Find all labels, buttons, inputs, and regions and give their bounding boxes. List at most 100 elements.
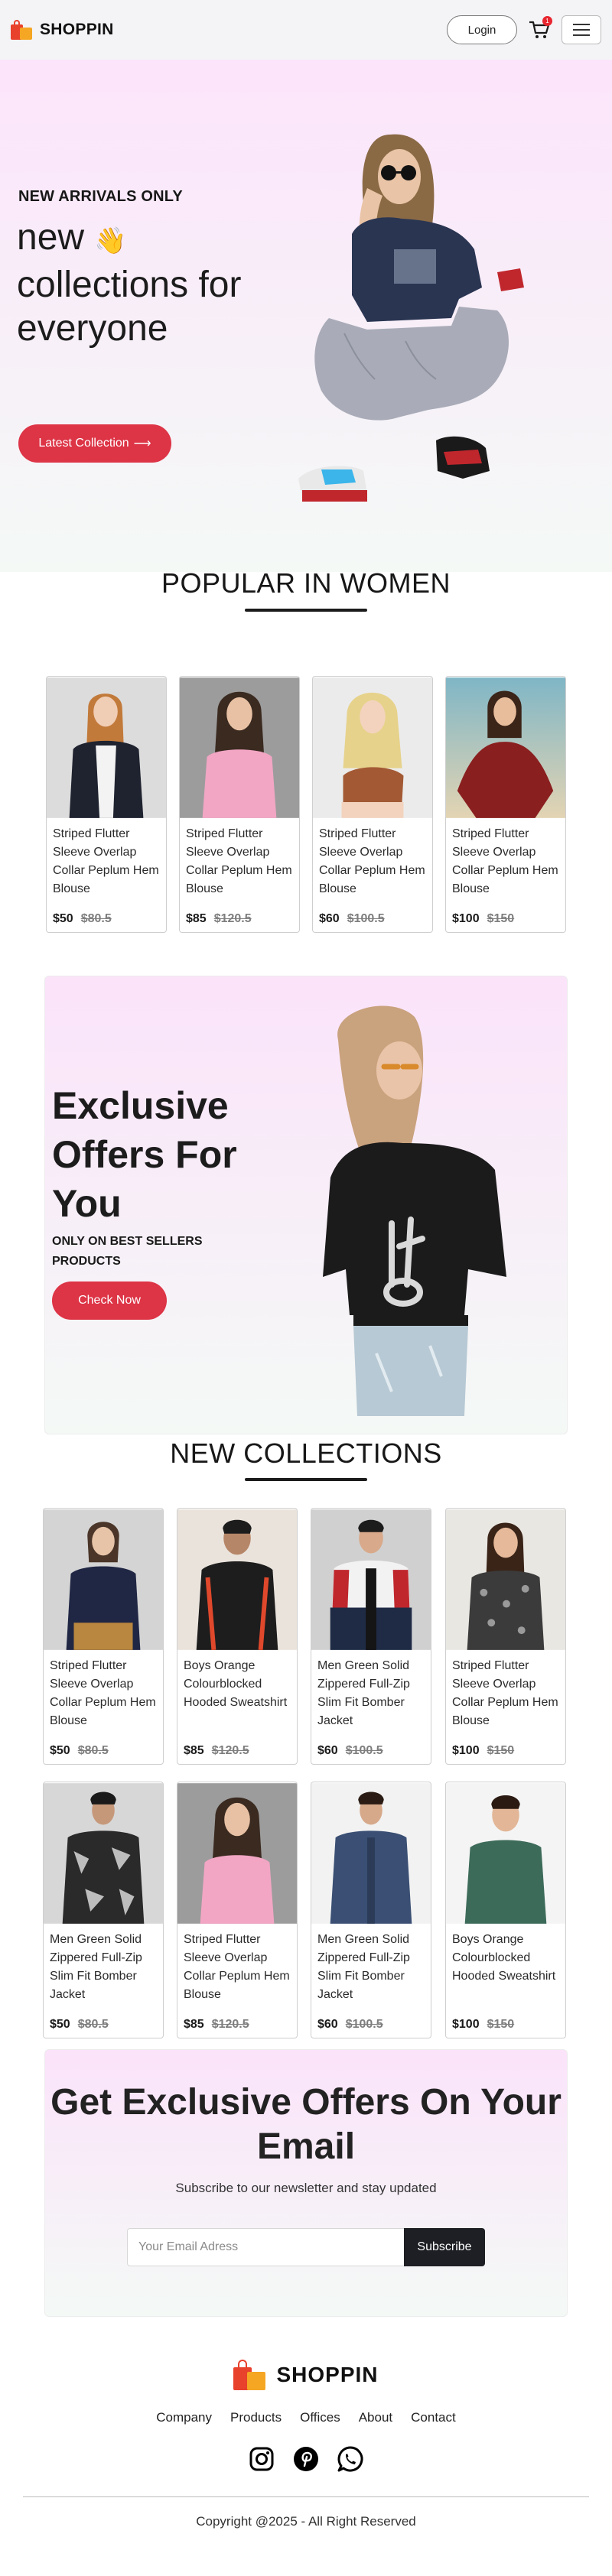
brand-name: SHOPPIN — [40, 21, 114, 38]
product-price-row: $50 $80.5 — [47, 906, 166, 932]
hero-section: NEW ARRIVALS ONLY new 👋 collections for … — [0, 60, 612, 572]
product-old-price: $80.5 — [77, 2018, 109, 2031]
offers-model-image — [323, 1005, 506, 1416]
menu-icon-bar — [573, 24, 590, 25]
product-card[interactable]: Men Green Solid Zippered Full-Zip Slim F… — [311, 1782, 431, 2038]
product-old-price: $150 — [487, 2018, 515, 2031]
product-image — [180, 677, 299, 818]
product-price: $85 — [184, 1744, 204, 1757]
footer-link-products[interactable]: Products — [230, 2410, 282, 2425]
product-name: Striped Flutter Sleeve Overlap Collar Pe… — [184, 1933, 290, 2001]
product-old-price: $120.5 — [211, 2018, 249, 2031]
shopping-bag-icon — [233, 2360, 267, 2390]
product-name: Striped Flutter Sleeve Overlap Collar Pe… — [53, 827, 159, 895]
collections-section-title: NEW COLLECTIONS — [170, 1437, 442, 1469]
copyright-text: Copyright @2025 - All Right Reserved — [196, 2514, 416, 2529]
product-card[interactable]: Men Green Solid Zippered Full-Zip Slim F… — [311, 1508, 431, 1765]
cart-button[interactable]: 1 — [528, 16, 552, 41]
social-links — [0, 2445, 612, 2473]
product-price: $100 — [452, 1744, 480, 1757]
newsletter-subtitle: Subscribe to our newsletter and stay upd… — [175, 2181, 437, 2195]
subscribe-button[interactable]: Subscribe — [404, 2228, 485, 2266]
product-name: Boys Orange Colourblocked Hooded Sweatsh… — [452, 1933, 556, 1983]
instagram-icon[interactable] — [248, 2445, 275, 2473]
product-price-row: $85 $120.5 — [177, 2012, 297, 2038]
product-card[interactable]: Striped Flutter Sleeve Overlap Collar Pe… — [179, 676, 300, 933]
product-image — [446, 1783, 565, 1924]
menu-icon-bar — [573, 34, 590, 36]
footer-link-company[interactable]: Company — [156, 2410, 212, 2425]
footer-logo[interactable]: SHOPPIN — [0, 2360, 612, 2390]
product-price: $50 — [53, 912, 73, 925]
product-old-price: $100.5 — [345, 1744, 383, 1757]
product-price: $85 — [184, 2018, 204, 2031]
product-old-price: $80.5 — [77, 1744, 109, 1757]
product-old-price: $120.5 — [211, 1744, 249, 1757]
brand-logo[interactable]: SHOPPIN — [11, 20, 114, 40]
product-old-price: $150 — [487, 1744, 515, 1757]
hero-title-first: new — [17, 217, 85, 258]
product-price-row: $85 $120.5 — [177, 1738, 297, 1764]
product-image — [177, 1783, 297, 1924]
product-card[interactable]: Striped Flutter Sleeve Overlap Collar Pe… — [445, 1508, 566, 1765]
hero-title: new 👋 collections for everyone — [17, 216, 262, 350]
product-card[interactable]: Striped Flutter Sleeve Overlap Collar Pe… — [445, 676, 566, 933]
product-image — [177, 1509, 297, 1651]
product-card[interactable]: Striped Flutter Sleeve Overlap Collar Pe… — [46, 676, 167, 933]
section-title-underline — [245, 1478, 367, 1481]
product-price-row: $85 $120.5 — [180, 906, 299, 932]
product-price-row: $50 $80.5 — [44, 1738, 163, 1764]
product-name: Men Green Solid Zippered Full-Zip Slim F… — [317, 1933, 410, 2001]
product-image — [44, 1509, 163, 1650]
section-title-underline — [245, 609, 367, 612]
product-card[interactable]: Boys Orange Colourblocked Hooded Sweatsh… — [445, 1782, 566, 2038]
check-now-button[interactable]: Check Now — [52, 1282, 167, 1320]
product-price: $85 — [186, 912, 207, 925]
product-name: Striped Flutter Sleeve Overlap Collar Pe… — [186, 827, 292, 895]
arrow-right-icon: ⟶ — [133, 437, 151, 450]
product-price-row: $50 $80.5 — [44, 2012, 163, 2038]
product-image — [446, 1509, 565, 1650]
product-name: Striped Flutter Sleeve Overlap Collar Pe… — [452, 1659, 558, 1727]
product-price-row: $100 $150 — [446, 2012, 565, 2038]
footer-divider — [23, 2496, 589, 2497]
product-image — [313, 677, 432, 818]
product-price: $100 — [452, 2018, 480, 2031]
footer-link-about[interactable]: About — [359, 2410, 392, 2425]
footer-link-contact[interactable]: Contact — [411, 2410, 456, 2425]
shopping-bag-icon — [11, 20, 34, 40]
hamburger-menu-button[interactable] — [562, 15, 601, 44]
product-card[interactable]: Boys Orange Colourblocked Hooded Sweatsh… — [177, 1508, 298, 1765]
pinterest-icon[interactable] — [292, 2445, 320, 2473]
latest-collection-label: Latest Collection — [38, 437, 129, 450]
product-card[interactable]: Striped Flutter Sleeve Overlap Collar Pe… — [177, 1782, 298, 2038]
product-card[interactable]: Men Green Solid Zippered Full-Zip Slim F… — [43, 1782, 164, 2038]
footer-brand-name: SHOPPIN — [276, 2363, 379, 2386]
product-image — [47, 677, 166, 818]
login-button[interactable]: Login — [447, 15, 517, 44]
product-name: Men Green Solid Zippered Full-Zip Slim F… — [50, 1933, 142, 2001]
product-name: Striped Flutter Sleeve Overlap Collar Pe… — [50, 1659, 156, 1727]
product-image — [446, 677, 565, 818]
product-price: $60 — [319, 912, 340, 925]
product-price-row: $60 $100.5 — [311, 2012, 431, 2038]
waving-hand-icon: 👋 — [94, 226, 127, 255]
product-old-price: $100.5 — [345, 2018, 383, 2031]
whatsapp-icon[interactable] — [337, 2445, 364, 2473]
product-price: $50 — [50, 2018, 70, 2031]
footer-link-offices[interactable]: Offices — [300, 2410, 340, 2425]
product-card[interactable]: Striped Flutter Sleeve Overlap Collar Pe… — [43, 1508, 164, 1765]
product-card[interactable]: Striped Flutter Sleeve Overlap Collar Pe… — [312, 676, 433, 933]
product-name: Striped Flutter Sleeve Overlap Collar Pe… — [319, 827, 425, 895]
email-input[interactable] — [127, 2228, 404, 2266]
hero-tagline: NEW ARRIVALS ONLY — [18, 188, 183, 205]
product-price-row: $100 $150 — [446, 906, 565, 932]
popular-section-title: POPULAR IN WOMEN — [161, 567, 451, 599]
product-price: $100 — [452, 912, 480, 925]
product-name: Men Green Solid Zippered Full-Zip Slim F… — [317, 1659, 410, 1727]
product-image — [44, 1783, 163, 1924]
offers-title: Exclusive Offers For You — [52, 1084, 237, 1225]
product-old-price: $80.5 — [80, 912, 112, 925]
cart-count-badge: 1 — [542, 16, 552, 26]
latest-collection-button[interactable]: Latest Collection ⟶ — [18, 424, 171, 463]
